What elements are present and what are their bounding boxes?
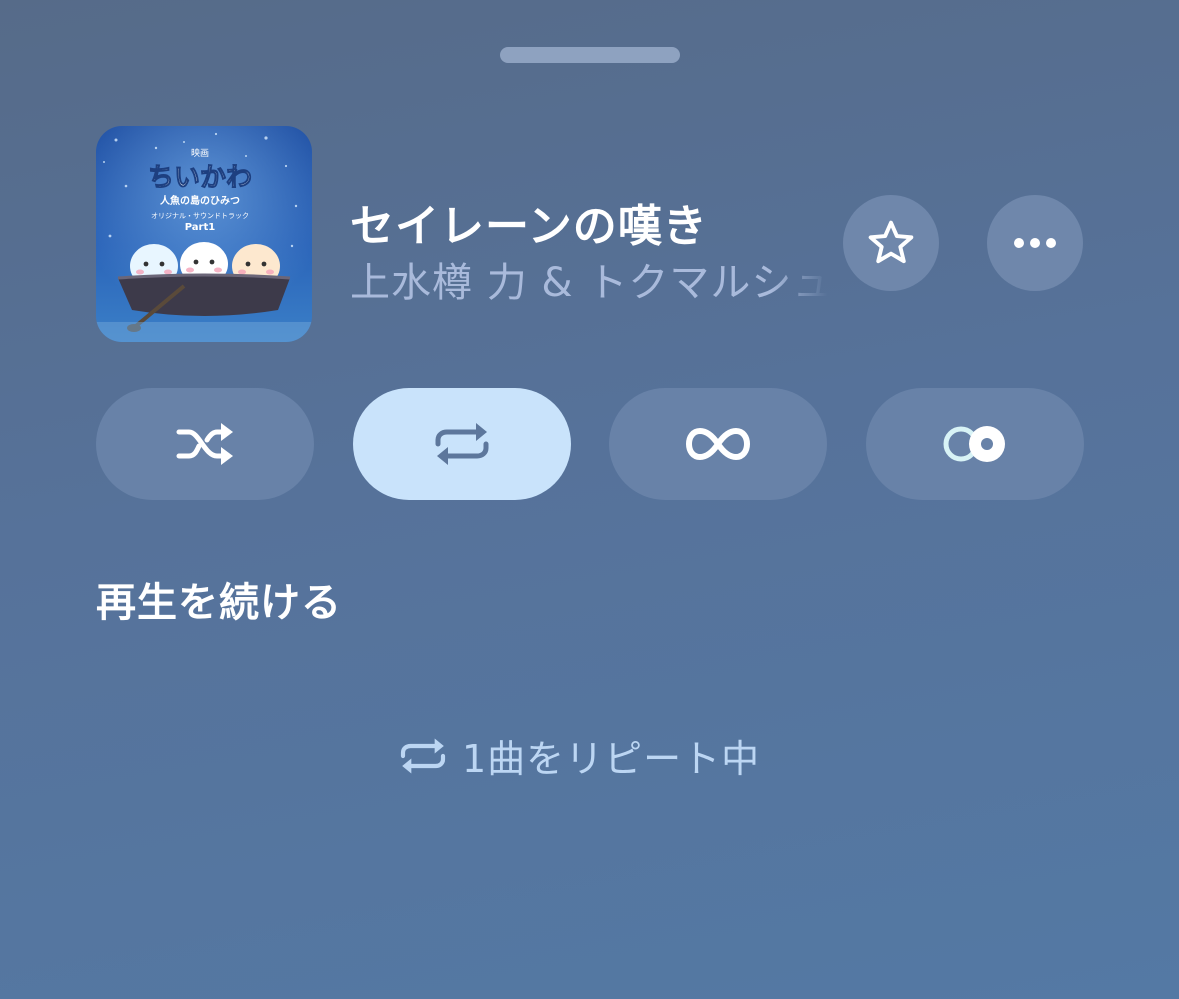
more-options-button[interactable] bbox=[987, 195, 1083, 291]
repeat-status: 1曲をリピート中 bbox=[398, 728, 760, 783]
svg-text:映画: 映画 bbox=[191, 147, 209, 159]
album-artwork-image: 映画 ちいかわ 人魚の島のひみつ オリジナル・サウンドトラック Part1 bbox=[96, 126, 312, 342]
ellipsis-icon bbox=[1014, 238, 1056, 248]
svg-text:オリジナル・サウンドトラック: オリジナル・サウンドトラック bbox=[151, 212, 249, 220]
svg-text:ちいかわ: ちいかわ bbox=[148, 163, 252, 193]
shuffle-button[interactable] bbox=[96, 388, 314, 500]
album-artwork[interactable]: 映画 ちいかわ 人魚の島のひみつ オリジナル・サウンドトラック Part1 bbox=[96, 126, 312, 342]
svg-text:人魚の島のひみつ: 人魚の島のひみつ bbox=[160, 194, 240, 207]
repeat-button[interactable] bbox=[353, 388, 571, 500]
crossfade-icon bbox=[943, 426, 1005, 462]
crossfade-button[interactable] bbox=[866, 388, 1084, 500]
star-outline-icon bbox=[868, 220, 914, 264]
infinity-icon bbox=[685, 427, 751, 461]
section-heading: 再生を続ける bbox=[96, 580, 342, 626]
song-artist[interactable]: 上水樽 力 & トクマルシュ bbox=[350, 250, 828, 308]
sheet-grabber[interactable] bbox=[500, 47, 680, 63]
song-title: セイレーンの嘆き bbox=[350, 201, 708, 252]
repeat-status-text: 1曲をリピート中 bbox=[462, 737, 761, 781]
svg-text:Part1: Part1 bbox=[185, 222, 216, 233]
shuffle-icon bbox=[176, 423, 233, 465]
repeat-icon bbox=[400, 738, 446, 773]
favorite-button[interactable] bbox=[843, 195, 939, 291]
autoplay-button[interactable] bbox=[609, 388, 827, 500]
repeat-icon bbox=[435, 423, 489, 465]
